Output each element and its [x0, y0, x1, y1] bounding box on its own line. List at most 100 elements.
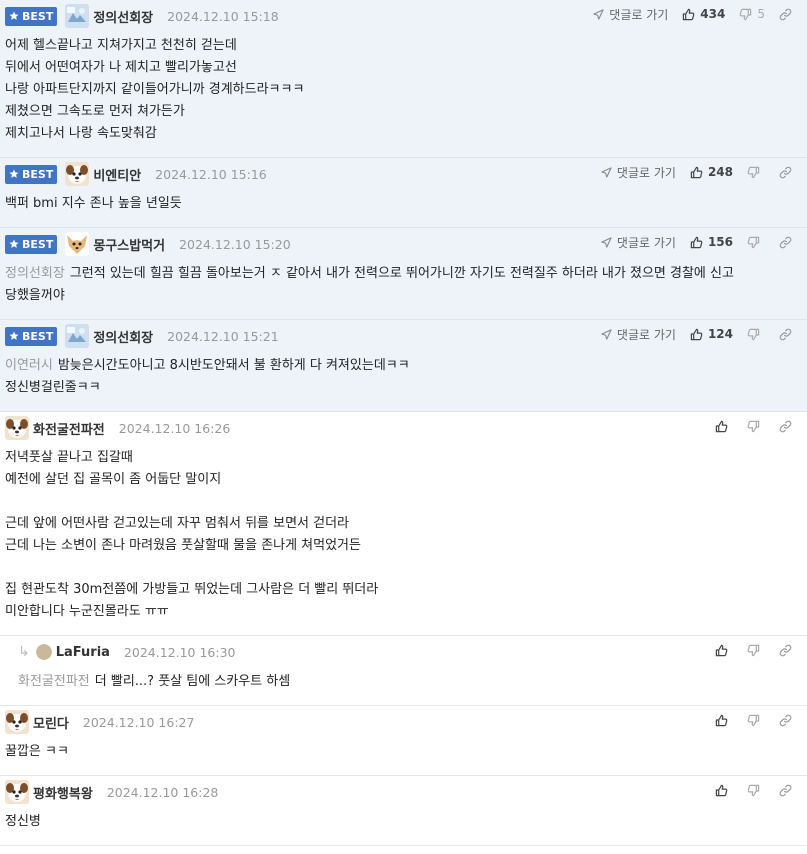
comment-date: 2024.12.10 16:26	[118, 420, 231, 436]
comment-date: 2024.12.10 16:27	[82, 714, 195, 730]
best-badge-label: BEST	[22, 9, 54, 23]
best-badge-label: BEST	[22, 167, 54, 181]
mention-name[interactable]: 정의선회장	[5, 266, 65, 281]
share-link-button[interactable]	[779, 8, 797, 21]
thumbs-down-icon	[747, 420, 760, 432]
share-link-button[interactable]	[779, 328, 797, 341]
goto-comment-link[interactable]: 댓글로 가기	[601, 326, 676, 343]
comment-text: 꿀깝은 ㅋㅋ	[5, 744, 69, 759]
like-button[interactable]	[715, 784, 733, 797]
comment-text: 제치고나서 나랑 속도맞춰감	[5, 126, 157, 141]
dog-avatar[interactable]	[5, 416, 29, 440]
comment-line: 정신병	[5, 811, 807, 833]
author-name[interactable]: 정의선회장	[93, 327, 153, 346]
share-link-button[interactable]	[779, 644, 797, 657]
comment-item: 평화행복왕 2024.12.10 16:28 정신병	[0, 776, 807, 846]
comment-line: 근데 앞에 어떤사람 걷고있는데 자꾸 멈춰서 뒤를 보면서 걷더라	[5, 513, 807, 535]
best-badge-label: BEST	[22, 329, 54, 343]
comment-body: 백퍼 bmi 지수 존나 높을 년일듯	[5, 190, 807, 227]
comment-date: 2024.12.10 16:30	[123, 644, 236, 660]
comment-text: 그런적 있는데 힐끔 힐끔 돌아보는거 ㅈ 같아서 내가 전력으로 뛰어가니깐 …	[69, 266, 734, 281]
comment-line: 제치고나서 나랑 속도맞춰감	[5, 123, 807, 145]
comment-line	[5, 491, 807, 513]
dislike-button[interactable]: 5	[739, 7, 765, 21]
like-button[interactable]	[715, 644, 733, 657]
author-name[interactable]: 평화행복왕	[33, 783, 93, 802]
like-button[interactable]: 156	[690, 235, 733, 249]
share-link-button[interactable]	[779, 784, 797, 797]
author-name[interactable]: 정의선회장	[93, 7, 153, 26]
comment-line: 화전굴전파전 더 빨리...? 풋살 팀에 스카우트 하셈	[18, 671, 807, 693]
dislike-button[interactable]	[747, 236, 765, 249]
star-icon	[9, 169, 19, 178]
share-link-button[interactable]	[779, 236, 797, 249]
link-icon	[779, 328, 792, 340]
author-name[interactable]: 화전굴전파전	[33, 419, 105, 438]
comment-header: 평화행복왕 2024.12.10 16:28	[5, 776, 807, 808]
dislike-button[interactable]	[747, 644, 765, 657]
thumbs-up-icon	[690, 236, 703, 248]
goto-comment-label: 댓글로 가기	[616, 235, 676, 250]
comment-date: 2024.12.10 16:28	[106, 784, 219, 800]
like-button[interactable]: 434	[682, 7, 725, 21]
dislike-button[interactable]	[747, 784, 765, 797]
comment-line: 제쳤으면 그속도로 먼저 쳐가든가	[5, 101, 807, 123]
like-button[interactable]: 248	[690, 165, 733, 179]
share-link-button[interactable]	[779, 714, 797, 727]
share-link-button[interactable]	[779, 420, 797, 433]
mention-name[interactable]: 이연러시	[5, 358, 53, 373]
circle-avatar[interactable]	[35, 644, 52, 660]
like-button[interactable]	[715, 420, 733, 433]
comment-actions: 댓글로 가기 156	[587, 228, 797, 256]
send-icon	[601, 236, 612, 248]
dislike-button[interactable]	[747, 166, 765, 179]
dog-avatar[interactable]	[65, 162, 90, 186]
dislike-button[interactable]	[747, 328, 765, 341]
comment-actions	[701, 636, 797, 664]
dog-avatar[interactable]	[5, 710, 29, 734]
comment-actions	[701, 776, 797, 804]
comment-line: 백퍼 bmi 지수 존나 높을 년일듯	[5, 193, 807, 215]
link-icon	[779, 420, 792, 432]
author-name[interactable]: 비엔티안	[93, 165, 141, 184]
thumbs-down-icon	[740, 8, 752, 20]
comment-line: 예전에 살던 집 골목이 좀 어둡단 말이지	[5, 469, 807, 491]
comment-item: BEST 비엔티안 2024.12.10 15:16 댓글로 가기 248 백퍼 bmi …	[0, 158, 807, 228]
goto-comment-link[interactable]: 댓글로 가기	[601, 234, 676, 251]
comment-date: 2024.12.10 15:18	[167, 8, 279, 24]
link-icon	[779, 784, 792, 796]
comment-line: 미안합니다 누군진몰라도 ㅠㅠ	[5, 601, 807, 623]
dislike-count: 5	[757, 7, 765, 21]
comment-line: 뒤에서 어떤여자가 나 제치고 빨리가놓고선	[5, 57, 807, 79]
author-name[interactable]: LaFuria	[56, 645, 110, 660]
comment-date: 2024.12.10 15:20	[179, 236, 291, 252]
author-name[interactable]: 모린다	[33, 713, 69, 732]
ice-avatar[interactable]	[65, 4, 90, 28]
comment-text: 정신병걸린줄ㅋㅋ	[5, 380, 101, 395]
goto-comment-link[interactable]: 댓글로 가기	[593, 6, 668, 23]
ice-avatar[interactable]	[65, 324, 90, 348]
best-badge-label: BEST	[22, 237, 54, 251]
comment-header: BEST 정의선회장 2024.12.10 15:21 댓글로 가기 124	[5, 320, 807, 352]
comment-body: 이연러시 밤늦은시간도아니고 8시반도안돼서 불 환하게 다 켜져있는데ㅋㅋ 정신병…	[5, 352, 807, 411]
chihuahua-avatar[interactable]	[65, 232, 90, 256]
send-icon	[601, 166, 612, 178]
thumbs-up-icon	[715, 784, 728, 796]
comment-line: 저녁풋살 끝나고 집갈때	[5, 447, 807, 469]
goto-comment-label: 댓글로 가기	[616, 165, 676, 180]
comment-item: 모린다 2024.12.10 16:27 꿀깝은 ㅋㅋ	[0, 706, 807, 776]
comment-text: 백퍼 bmi 지수 존나 높을 년일듯	[5, 196, 182, 211]
comment-text: 제쳤으면 그속도로 먼저 쳐가든가	[5, 104, 185, 119]
comment-actions: 댓글로 가기 434 5	[579, 0, 797, 28]
dislike-button[interactable]	[747, 714, 765, 727]
dislike-button[interactable]	[747, 420, 765, 433]
mention-name[interactable]: 화전굴전파전	[18, 674, 90, 689]
comment-header: ↳ LaFuria 2024.12.10 16:30	[18, 636, 807, 668]
like-button[interactable]	[715, 714, 733, 727]
share-link-button[interactable]	[779, 166, 797, 179]
goto-comment-label: 댓글로 가기	[616, 327, 676, 342]
author-name[interactable]: 몽구스밥먹거	[93, 235, 165, 254]
dog-avatar[interactable]	[5, 780, 29, 804]
goto-comment-link[interactable]: 댓글로 가기	[601, 164, 676, 181]
like-button[interactable]: 124	[690, 327, 733, 341]
